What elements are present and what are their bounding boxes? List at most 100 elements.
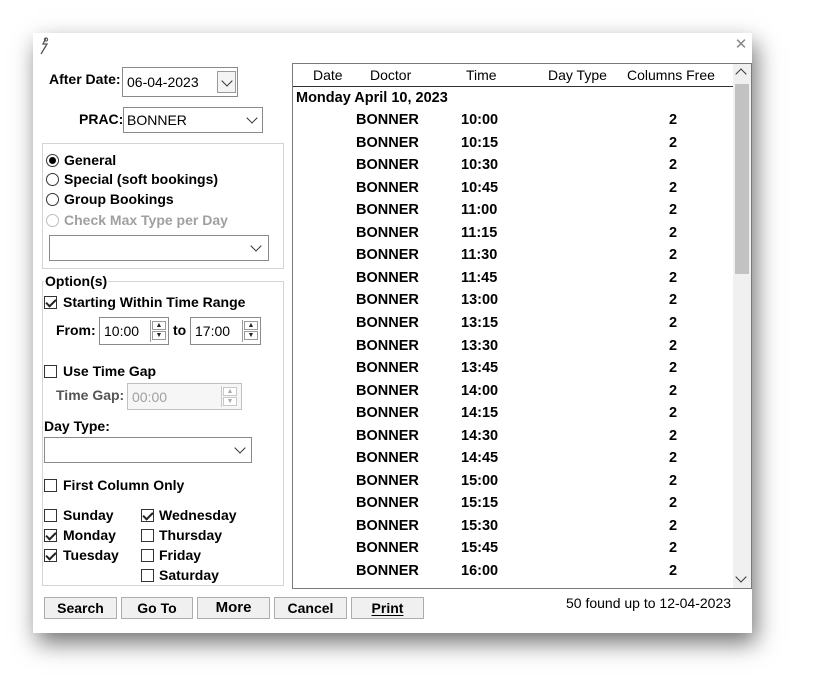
day-type-select[interactable] (44, 437, 252, 463)
go-to-button[interactable]: Go To (121, 597, 193, 619)
cell-time: 10:45 (461, 179, 499, 196)
day-checkbox-thursday[interactable]: Thursday (141, 527, 251, 545)
results-list[interactable]: Date Doctor Time Day Type Columns Free M… (292, 63, 752, 589)
table-row[interactable]: BONNER 15:30 2 (293, 516, 733, 539)
cell-doctor: BONNER (356, 292, 419, 309)
day-checkbox-tuesday[interactable]: Tuesday (44, 547, 134, 565)
spin-down-icon[interactable]: ▼ (244, 331, 258, 340)
close-icon[interactable]: ✕ (733, 35, 749, 53)
cell-time: 11:30 (461, 247, 498, 264)
cell-time: 10:30 (461, 157, 499, 174)
cell-time: 15:00 (461, 472, 499, 489)
cell-time: 15:15 (461, 495, 499, 512)
table-row[interactable]: BONNER 13:30 2 (293, 336, 733, 359)
cancel-button[interactable]: Cancel (274, 597, 347, 619)
after-date-field[interactable]: 06-04-2023 (122, 67, 238, 97)
column-header-date[interactable]: Date (313, 67, 343, 83)
day-checkbox-wednesday[interactable]: Wednesday (141, 507, 251, 525)
table-row[interactable]: BONNER 16:00 2 (293, 561, 733, 584)
table-row[interactable]: BONNER 11:00 2 (293, 200, 733, 223)
from-time-value: 10:00 (104, 323, 140, 339)
time-gap-value: 00:00 (132, 389, 168, 405)
day-checkbox-friday[interactable]: Friday (141, 547, 251, 565)
scrollbar-thumb[interactable] (735, 84, 749, 274)
booking-type-select[interactable] (49, 235, 269, 261)
table-row[interactable]: BONNER 10:15 2 (293, 133, 733, 156)
time-gap-spinner: ▲ ▼ (221, 386, 239, 407)
cell-doctor: BONNER (356, 382, 419, 399)
table-row[interactable]: BONNER 11:30 2 (293, 245, 733, 268)
cell-time: 11:15 (461, 224, 498, 241)
from-time-spinner[interactable]: ▲ ▼ (150, 320, 168, 342)
cell-time: 15:45 (461, 540, 499, 557)
results-scrollbar[interactable] (733, 64, 751, 588)
radio-indicator (46, 173, 59, 186)
from-time-field[interactable]: 10:00 ▲ ▼ (99, 317, 169, 345)
to-time-spinner[interactable]: ▲ ▼ (242, 320, 260, 342)
table-row[interactable]: BONNER 14:45 2 (293, 448, 733, 471)
radio-general[interactable]: General (46, 152, 246, 170)
first-column-only-checkbox[interactable]: First Column Only (44, 477, 244, 495)
print-button[interactable]: Print (351, 597, 424, 619)
cell-columns-free: 2 (669, 405, 678, 422)
to-time-field[interactable]: 17:00 ▲ ▼ (190, 317, 261, 345)
cell-time: 10:00 (461, 112, 499, 128)
radio-special[interactable]: Special (soft bookings) (46, 171, 246, 189)
table-row[interactable]: BONNER 15:00 2 (293, 471, 733, 494)
table-row[interactable]: BONNER 14:15 2 (293, 403, 733, 426)
table-row[interactable]: BONNER 10:45 2 (293, 178, 733, 201)
table-row[interactable]: BONNER 13:15 2 (293, 313, 733, 336)
cell-time: 11:00 (461, 202, 498, 219)
results-header: Date Doctor Time Day Type Columns Free (293, 64, 733, 87)
cell-doctor: BONNER (356, 224, 419, 241)
table-row[interactable]: BONNER 15:15 2 (293, 493, 733, 516)
use-time-gap-checkbox[interactable]: Use Time Gap (44, 363, 244, 381)
spin-down-icon[interactable]: ▼ (152, 331, 166, 340)
column-header-day-type[interactable]: Day Type (548, 67, 607, 83)
starting-within-checkbox[interactable]: Starting Within Time Range (44, 294, 274, 312)
column-header-columns-free[interactable]: Columns Free (627, 67, 715, 83)
table-row[interactable]: BONNER 15:45 2 (293, 538, 733, 561)
time-gap-label: Time Gap: (56, 387, 125, 403)
radio-group-bookings[interactable]: Group Bookings (46, 191, 246, 209)
column-header-time[interactable]: Time (466, 67, 497, 83)
day-checkbox-monday[interactable]: Monday (44, 527, 134, 545)
table-row[interactable]: BONNER 10:00 2 (293, 110, 733, 133)
day-checkbox-sunday[interactable]: Sunday (44, 507, 134, 525)
cell-columns-free: 2 (669, 112, 678, 128)
checkbox-label: Sunday (63, 507, 114, 523)
table-row[interactable]: BONNER 10:30 2 (293, 155, 733, 178)
more-button[interactable]: More (197, 597, 270, 619)
day-checkbox-saturday[interactable]: Saturday (141, 567, 251, 585)
spin-up-icon: ▲ (223, 387, 237, 396)
cell-doctor: BONNER (356, 157, 419, 174)
cell-columns-free: 2 (669, 472, 678, 489)
spin-up-icon[interactable]: ▲ (244, 321, 258, 330)
table-row[interactable]: BONNER 11:45 2 (293, 268, 733, 291)
prac-select[interactable]: BONNER (123, 107, 263, 133)
spin-up-icon[interactable]: ▲ (152, 321, 166, 330)
table-row[interactable]: BONNER 11:15 2 (293, 223, 733, 246)
cell-time: 16:00 (461, 563, 499, 579)
scroll-up-icon[interactable] (735, 68, 747, 80)
cell-columns-free: 2 (669, 540, 678, 557)
cell-columns-free: 2 (669, 563, 678, 579)
cell-doctor: BONNER (356, 112, 419, 128)
cell-doctor: BONNER (356, 179, 419, 196)
scroll-down-icon[interactable] (735, 571, 747, 583)
cell-doctor: BONNER (356, 247, 419, 264)
table-row[interactable]: BONNER 13:45 2 (293, 358, 733, 381)
column-header-doctor[interactable]: Doctor (370, 67, 411, 83)
table-row[interactable]: BONNER 14:30 2 (293, 426, 733, 449)
table-row[interactable]: BONNER 14:00 2 (293, 381, 733, 404)
checkbox-label: First Column Only (63, 477, 185, 493)
cell-columns-free: 2 (669, 134, 678, 151)
cell-time: 13:15 (461, 314, 499, 331)
cell-time: 14:30 (461, 427, 499, 444)
table-row[interactable]: BONNER 13:00 2 (293, 290, 733, 313)
cell-doctor: BONNER (356, 405, 419, 422)
checkbox-label: Wednesday (159, 507, 237, 523)
search-button[interactable]: Search (44, 597, 117, 619)
cell-time: 15:30 (461, 517, 499, 534)
after-date-dropdown-button[interactable] (217, 71, 236, 93)
